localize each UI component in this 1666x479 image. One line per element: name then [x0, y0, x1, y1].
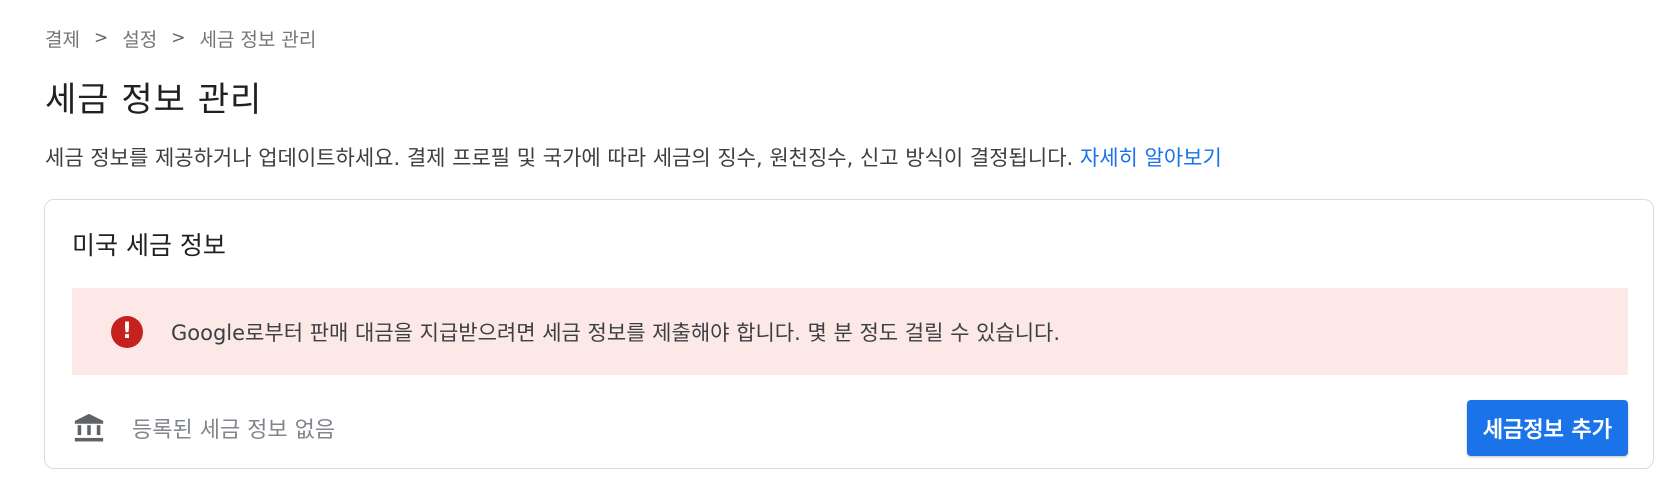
- tax-info-required-alert: ! Google로부터 판매 대금을 지급받으려면 세금 정보를 제출해야 합니…: [72, 288, 1628, 375]
- error-icon: !: [111, 315, 143, 348]
- page-title: 세금 정보 관리: [45, 80, 263, 120]
- alert-message: Google로부터 판매 대금을 지급받으려면 세금 정보를 제출해야 합니다.…: [171, 320, 1061, 345]
- tax-info-page: 결제 > 설정 > 세금 정보 관리 세금 정보 관리 세금 정보를 제공하거나…: [0, 0, 1666, 479]
- bank-icon: [74, 413, 104, 442]
- breadcrumb-item-current: 세금 정보 관리: [199, 28, 317, 51]
- us-tax-info-card: 미국 세금 정보 ! Google로부터 판매 대금을 지급받으려면 세금 정보…: [44, 199, 1654, 469]
- learn-more-link[interactable]: 자세히 알아보기: [1080, 146, 1222, 170]
- breadcrumb-item-payments[interactable]: 결제: [45, 25, 80, 52]
- description-text: 세금 정보를 제공하거나 업데이트하세요. 결제 프로필 및 국가에 따라 세금…: [45, 146, 1074, 170]
- breadcrumb-separator-icon: >: [93, 28, 109, 48]
- breadcrumb: 결제 > 설정 > 세금 정보 관리: [45, 25, 317, 52]
- breadcrumb-item-settings[interactable]: 설정: [122, 25, 157, 52]
- add-tax-info-button[interactable]: 세금정보 추가: [1466, 400, 1628, 456]
- no-tax-info-text: 등록된 세금 정보 없음: [132, 418, 336, 443]
- card-title: 미국 세금 정보: [72, 231, 226, 260]
- tax-info-status-row: 등록된 세금 정보 없음 세금정보 추가: [72, 400, 1628, 456]
- page-description: 세금 정보를 제공하거나 업데이트하세요. 결제 프로필 및 국가에 따라 세금…: [45, 142, 1222, 172]
- breadcrumb-separator-icon: >: [171, 28, 186, 48]
